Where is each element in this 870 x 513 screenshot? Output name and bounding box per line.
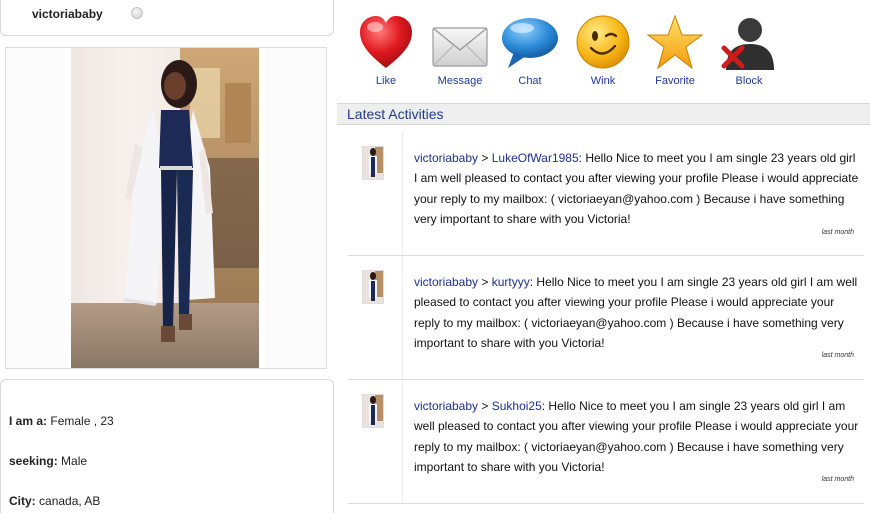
activity-avatar[interactable]	[362, 270, 384, 304]
star-icon	[646, 14, 704, 70]
activity-arrow: >	[478, 399, 492, 413]
wink-label: Wink	[590, 75, 616, 87]
message-button[interactable]: Message	[423, 14, 497, 87]
block-user-icon	[721, 18, 774, 70]
activity-message: victoriababy > Sukhoi25: Hello Nice to m…	[414, 396, 860, 477]
wink-button[interactable]: Wink	[566, 14, 640, 87]
activity-message: victoriababy > LukeOfWar1985: Hello Nice…	[414, 148, 860, 229]
detail-label: seeking:	[9, 454, 58, 468]
favorite-button[interactable]: Favorite	[638, 14, 712, 87]
wink-face-icon	[576, 15, 630, 69]
activity-sender-link[interactable]: victoriababy	[414, 151, 478, 165]
detail-value: Female , 23	[50, 414, 114, 428]
activity-item: victoriababy > kurtyyy: Hello Nice to me…	[348, 256, 864, 380]
like-button[interactable]: Like	[349, 14, 423, 87]
detail-label: I am a:	[9, 414, 48, 428]
profile-username: victoriababy	[32, 7, 103, 21]
activity-recipient-link[interactable]: Sukhoi25	[492, 399, 542, 413]
profile-action-bar: Like Message Chat Wink Favorite Block	[347, 14, 867, 100]
activity-arrow: >	[478, 151, 492, 165]
activity-divider	[402, 256, 403, 379]
chat-button[interactable]: Chat	[493, 14, 567, 87]
online-status-icon	[131, 7, 143, 19]
chat-label: Chat	[518, 75, 542, 87]
detail-value: canada, AB	[39, 494, 101, 508]
profile-details: I am a: Female , 23 seeking: Male City: …	[0, 379, 334, 513]
activity-sender-link[interactable]: victoriababy	[414, 275, 478, 289]
profile-header: victoriababy	[0, 0, 334, 36]
block-button[interactable]: Block	[712, 14, 786, 87]
latest-activities-header: Latest Activities	[337, 103, 870, 125]
detail-value: Male	[61, 454, 88, 468]
heart-icon	[360, 16, 412, 68]
message-label: Message	[437, 75, 483, 87]
latest-activities-title: Latest Activities	[347, 106, 444, 122]
activity-message: victoriababy > kurtyyy: Hello Nice to me…	[414, 272, 860, 353]
profile-photo-frame	[5, 47, 327, 369]
activity-recipient-link[interactable]: kurtyyy	[492, 275, 530, 289]
activity-timestamp: last month	[821, 229, 854, 236]
detail-label: City:	[9, 494, 36, 508]
activity-item: victoriababy > Sukhoi25: Hello Nice to m…	[348, 380, 864, 504]
speech-bubble-icon	[502, 18, 558, 68]
like-label: Like	[375, 75, 397, 87]
activity-arrow: >	[478, 275, 492, 289]
activity-timestamp: last month	[821, 476, 854, 483]
activity-avatar[interactable]	[362, 394, 384, 428]
activity-avatar[interactable]	[362, 146, 384, 180]
envelope-icon	[432, 27, 488, 67]
activity-timestamp: last month	[821, 352, 854, 359]
activity-recipient-link[interactable]: LukeOfWar1985	[492, 151, 579, 165]
activity-divider	[402, 380, 403, 503]
profile-photo[interactable]	[65, 48, 265, 368]
detail-city: City: canada, AB	[9, 494, 100, 508]
activity-item: victoriababy > LukeOfWar1985: Hello Nice…	[348, 132, 864, 256]
activity-divider	[402, 132, 403, 255]
detail-seeking: seeking: Male	[9, 454, 87, 468]
activity-sender-link[interactable]: victoriababy	[414, 399, 478, 413]
block-label: Block	[735, 75, 763, 87]
favorite-label: Favorite	[655, 75, 695, 87]
detail-gender-age: I am a: Female , 23	[9, 414, 114, 428]
